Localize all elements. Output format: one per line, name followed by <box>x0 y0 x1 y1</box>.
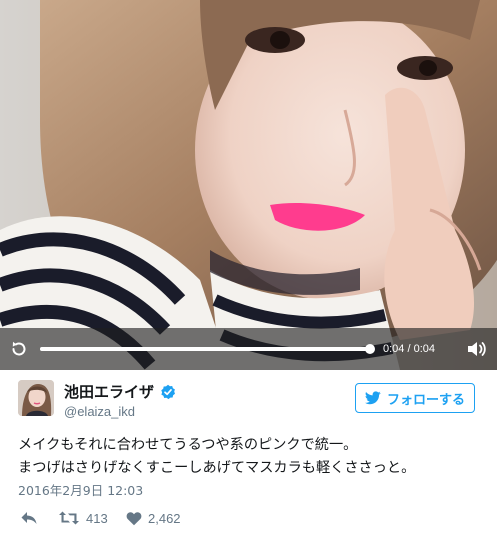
video-controls: 0:04 / 0:04 <box>0 328 497 370</box>
retweet-button[interactable]: 413 <box>58 508 108 528</box>
video-progress-bar[interactable] <box>40 344 375 354</box>
reply-icon <box>21 512 37 524</box>
tweet-text-line: メイクもそれに合わせてうるつや系のピンクで統一。 <box>18 437 358 453</box>
retweet-icon <box>59 511 79 525</box>
like-button[interactable]: 2,462 <box>126 508 181 528</box>
verified-badge-icon <box>161 384 175 400</box>
avatar[interactable] <box>18 380 54 416</box>
like-count: 2,462 <box>148 510 181 526</box>
twitter-bird-icon <box>364 391 381 405</box>
replay-button[interactable] <box>9 339 29 359</box>
volume-button[interactable] <box>465 339 487 359</box>
volume-icon <box>468 342 486 356</box>
video-frame-image <box>0 0 497 370</box>
heart-icon <box>126 511 142 525</box>
video-player[interactable]: 0:04 / 0:04 <box>0 0 497 370</box>
video-progress-fill <box>40 344 375 354</box>
tweet-text-line: まつげはさりげなくすこーしあげてマスカラも軽くささっと。 <box>18 460 416 476</box>
tweet-text: メイクもそれに合わせてうるつや系のピンクで統一。 まつげはさりげなくすこーしあげ… <box>18 434 488 480</box>
tweet-timestamp[interactable]: 2016年2月9日 12:03 <box>18 482 143 500</box>
tweet-actions: 413 2,462 <box>18 508 478 528</box>
author-handle[interactable]: @elaiza_ikd <box>64 403 135 421</box>
author-name[interactable]: 池田エライザ <box>64 382 154 402</box>
video-time-readout: 0:04 / 0:04 <box>383 343 435 355</box>
replay-icon <box>12 341 26 356</box>
reply-button[interactable] <box>20 508 38 528</box>
retweet-count: 413 <box>86 510 108 526</box>
video-progress-knob[interactable] <box>365 344 375 354</box>
follow-button-label: フォローする <box>386 392 465 408</box>
tweet-card: 0:04 / 0:04 池田エライザ @elaiza_ikd フォローする メイ… <box>0 0 497 540</box>
follow-button[interactable]: フォローする <box>355 383 475 413</box>
avatar-image <box>18 380 54 416</box>
